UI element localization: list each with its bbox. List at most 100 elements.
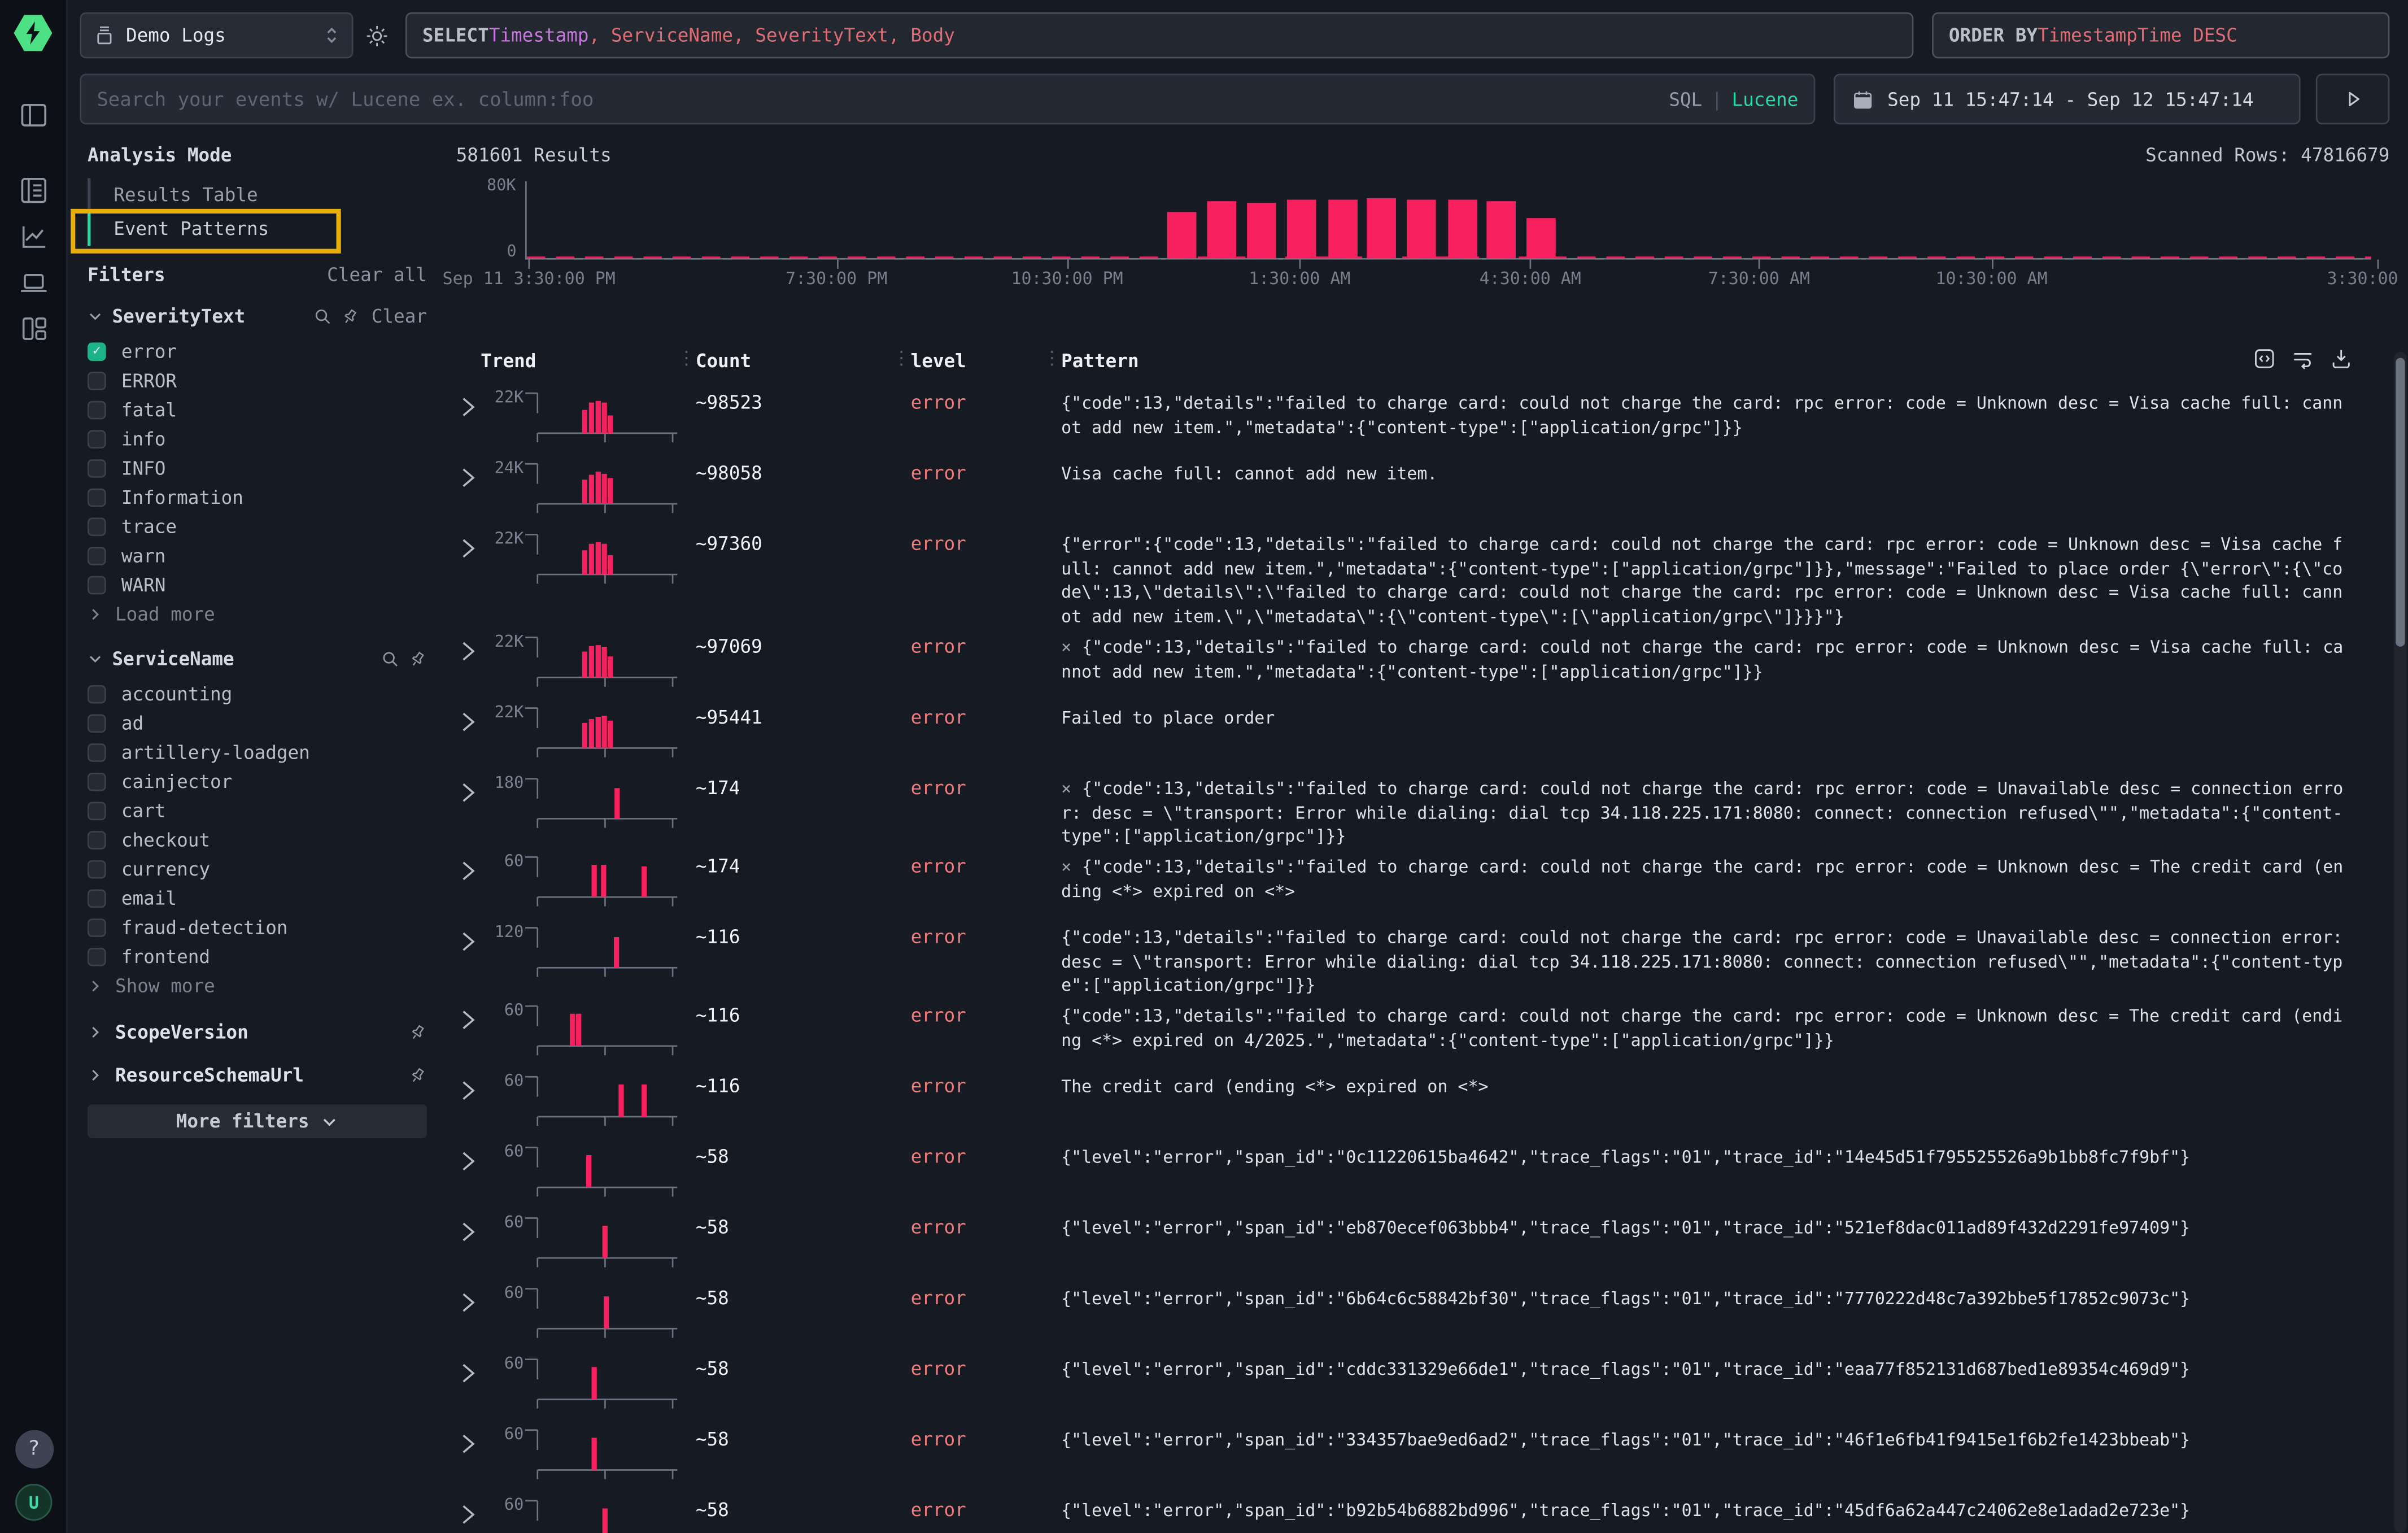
row-expand-chevron[interactable]	[456, 459, 484, 490]
row-expand-chevron[interactable]	[456, 1001, 484, 1032]
resourceschemaurl-group-header[interactable]: ResourceSchemaUrl	[88, 1065, 427, 1086]
chart-bar[interactable]	[1448, 199, 1477, 258]
order-by-input[interactable]: ORDER BY TimestampTime DESC	[1932, 12, 2389, 59]
column-header-trend[interactable]: Trend	[474, 350, 690, 372]
pattern-row[interactable]: 60~174error×{"code":13,"details":"failed…	[456, 850, 2390, 920]
row-expand-chevron[interactable]	[456, 1143, 484, 1173]
chart-bar[interactable]	[1487, 201, 1516, 258]
nav-search-logs-icon[interactable]	[18, 175, 48, 206]
severity-clear-button[interactable]: Clear	[372, 306, 427, 327]
row-expand-chevron[interactable]	[456, 703, 484, 734]
row-expand-chevron[interactable]	[456, 1213, 484, 1244]
row-expand-chevron[interactable]	[456, 774, 484, 804]
checkbox[interactable]	[88, 684, 106, 703]
row-expand-chevron[interactable]	[456, 1496, 484, 1527]
checkbox[interactable]	[88, 801, 106, 820]
scrollbar-track[interactable]	[2394, 352, 2407, 1533]
row-expand-chevron[interactable]	[456, 852, 484, 883]
checkbox[interactable]	[88, 918, 106, 937]
pattern-row[interactable]: 60~58error{"level":"error","span_id":"0c…	[456, 1140, 2390, 1210]
language-lucene[interactable]: Lucene	[1731, 88, 1798, 110]
filter-option[interactable]: Information	[88, 482, 427, 512]
chart-bar[interactable]	[1367, 198, 1397, 258]
checkbox[interactable]	[88, 947, 106, 966]
checkbox[interactable]	[88, 487, 106, 506]
chart-bar[interactable]	[1526, 217, 1556, 258]
row-expand-chevron[interactable]	[456, 923, 484, 953]
filter-option[interactable]: checkout	[88, 825, 427, 854]
download-icon[interactable]	[2330, 347, 2353, 371]
row-expand-chevron[interactable]	[456, 530, 484, 560]
pattern-row[interactable]: 22K~98523error{"code":13,"details":"fail…	[456, 386, 2390, 456]
checkbox[interactable]	[88, 743, 106, 761]
source-settings-gear-icon[interactable]	[365, 24, 389, 47]
row-expand-chevron[interactable]	[456, 1355, 484, 1386]
row-expand-chevron[interactable]	[456, 1284, 484, 1314]
search-icon[interactable]	[381, 650, 399, 668]
checkbox[interactable]: ✓	[88, 342, 106, 360]
run-query-button[interactable]	[2316, 74, 2390, 125]
checkbox[interactable]	[88, 517, 106, 535]
checkbox[interactable]	[88, 713, 106, 732]
filter-option[interactable]: info	[88, 424, 427, 454]
pattern-row[interactable]: 60~58error{"level":"error","span_id":"eb…	[456, 1210, 2390, 1281]
code-view-icon[interactable]	[2253, 347, 2276, 371]
row-expand-chevron[interactable]	[456, 633, 484, 663]
pattern-row[interactable]: 22K~95441errorFailed to place order	[456, 700, 2390, 771]
filter-option[interactable]: fraud-detection	[88, 912, 427, 942]
help-button[interactable]: ?	[15, 1430, 53, 1469]
pin-icon[interactable]	[408, 650, 427, 668]
filter-option[interactable]: frontend	[88, 942, 427, 971]
row-expand-chevron[interactable]	[456, 1072, 484, 1103]
checkbox[interactable]	[88, 429, 106, 448]
row-expand-chevron[interactable]	[456, 1426, 484, 1456]
chart-bar[interactable]	[1167, 212, 1196, 258]
search-input[interactable]	[97, 88, 1656, 111]
checkbox[interactable]	[88, 859, 106, 878]
checkbox[interactable]	[88, 546, 106, 565]
filter-option[interactable]: cart	[88, 796, 427, 825]
pattern-row[interactable]: 60~58error{"level":"error","span_id":"6b…	[456, 1281, 2390, 1352]
nav-chart-explorer-icon[interactable]	[18, 221, 48, 252]
pattern-row[interactable]: 60~58error{"level":"error","span_id":"cd…	[456, 1352, 2390, 1422]
filter-option[interactable]: ✓error	[88, 337, 427, 366]
select-query-input[interactable]: SELECT Timestamp, ServiceName, SeverityT…	[405, 12, 1913, 59]
filter-option[interactable]: ad	[88, 708, 427, 738]
filter-option[interactable]: trace	[88, 512, 427, 541]
checkbox[interactable]	[88, 889, 106, 907]
pin-icon[interactable]	[408, 1066, 427, 1085]
user-avatar[interactable]: U	[15, 1484, 52, 1521]
pattern-row[interactable]: 120~116error{"code":13,"details":"failed…	[456, 920, 2390, 999]
filter-option[interactable]: currency	[88, 854, 427, 883]
chart-bar[interactable]	[1247, 202, 1276, 258]
pin-icon[interactable]	[408, 1023, 427, 1042]
service-group-header[interactable]: ServiceName	[88, 648, 427, 670]
filter-option[interactable]: email	[88, 883, 427, 913]
sidebar-toggle-icon[interactable]	[18, 100, 48, 130]
column-header-count[interactable]: ⋮Count	[690, 350, 905, 372]
filter-option[interactable]: accounting	[88, 679, 427, 708]
checkbox[interactable]	[88, 371, 106, 390]
pattern-row[interactable]: 22K~97360error{"error":{"code":13,"detai…	[456, 527, 2390, 630]
row-expand-chevron[interactable]	[456, 389, 484, 419]
pattern-row[interactable]: 60~116errorThe credit card (ending <*> e…	[456, 1069, 2390, 1140]
column-header-level[interactable]: ⋮level	[905, 350, 1055, 372]
pattern-row[interactable]: 22K~97069error×{"code":13,"details":"fai…	[456, 629, 2390, 700]
more-filters-button[interactable]: More filters	[88, 1104, 427, 1138]
checkbox[interactable]	[88, 772, 106, 790]
clear-all-button[interactable]: Clear all	[327, 264, 427, 286]
filter-option[interactable]: INFO	[88, 453, 427, 482]
search-icon[interactable]	[313, 307, 331, 326]
pattern-row[interactable]: 60~58error{"level":"error","span_id":"33…	[456, 1422, 2390, 1493]
source-select[interactable]: Demo Logs	[80, 12, 353, 59]
chart-bar[interactable]	[1286, 199, 1316, 258]
chart-bar[interactable]	[1328, 199, 1357, 258]
filter-option[interactable]: cainjector	[88, 766, 427, 796]
scopeversion-group-header[interactable]: ScopeVersion	[88, 1021, 427, 1043]
results-histogram[interactable]: 80K 0 Sep 11 3:30:00 PM7:30:00 PM10:30:0…	[456, 172, 2390, 292]
severity-load-more[interactable]: Load more	[88, 600, 427, 628]
checkbox[interactable]	[88, 400, 106, 419]
filter-option[interactable]: fatal	[88, 395, 427, 424]
filter-option[interactable]: warn	[88, 541, 427, 570]
column-header-pattern[interactable]: ⋮Pattern	[1055, 350, 2389, 372]
